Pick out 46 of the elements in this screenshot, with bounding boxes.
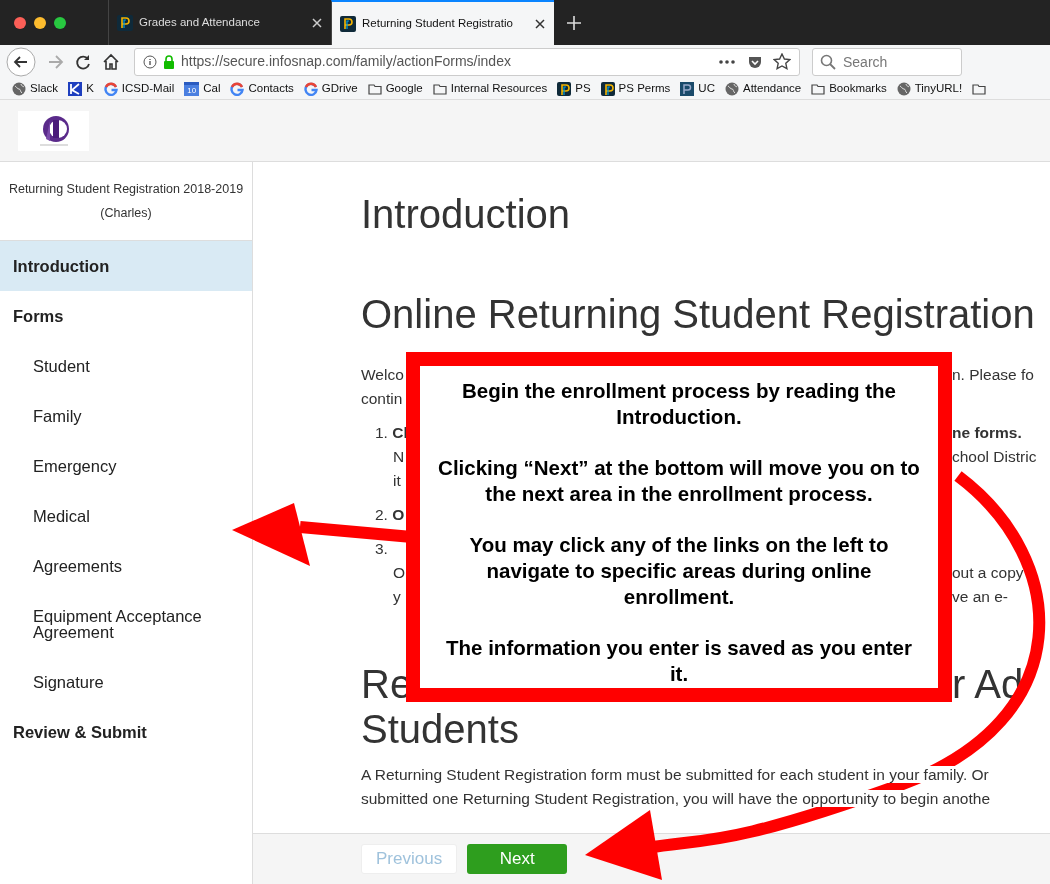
text-fragment: O (393, 564, 406, 581)
callout-text: The information you enter is saved as you enter it. (445, 635, 913, 687)
sidebar-title: Returning Student Registration 2018-2019 (8, 181, 244, 198)
bookmark-link[interactable]: Internal Resources (450, 79, 548, 98)
bookmark-link[interactable]: Contacts (248, 79, 294, 98)
sidebar-item[interactable]: Introduction (0, 241, 252, 291)
bookmark-link[interactable]: TinyURL! (914, 79, 963, 98)
text-fragment: ve an e- (952, 587, 1009, 607)
text-fragment: out a copy (952, 563, 1025, 583)
text-fragment: 2. O (375, 506, 405, 523)
bookmark-link[interactable]: Cal (203, 79, 221, 98)
text-fragment: chool Distric (952, 447, 1038, 467)
tab-title: Returning Student Registratio (362, 15, 514, 31)
text-fragment: n. Please fo (952, 365, 1035, 385)
bookmark-link[interactable]: Google (385, 79, 423, 98)
paragraph-text: submitted one Returning Student Registration, you will have the opportunity to begin anothe (361, 790, 990, 807)
callout-text: You may click any of the links on the left to navigate to specific areas during online enrollment. (468, 532, 890, 610)
browser-tab[interactable]: Returning Student Registratio (331, 0, 554, 45)
section-heading: Students (361, 707, 519, 751)
bookmark-link[interactable]: UC (698, 79, 715, 98)
page-title: Introduction (361, 192, 572, 236)
sidebar-subtitle: (Charles) (100, 205, 152, 222)
search-field[interactable]: Search (812, 47, 962, 76)
text-fragment: N (393, 448, 405, 465)
text-fragment: Welco (361, 366, 404, 383)
bookmark-link[interactable]: Bookmarks (829, 79, 887, 98)
text-fragment: contin (361, 390, 403, 407)
text-fragment: y (393, 588, 401, 605)
bookmark-link[interactable]: PS Perms (618, 79, 671, 98)
bookmark-link[interactable]: GDrive (321, 79, 358, 98)
tab-title: Grades and Attendance (139, 14, 261, 30)
callout-text: Begin the enrollment process by reading the Introduction. (461, 378, 897, 430)
text-fragment: ne forms. (952, 423, 1023, 443)
bookmark-link[interactable]: ICSD-Mail (121, 79, 175, 98)
bookmark-link[interactable]: PS (575, 79, 591, 98)
bookmark-link[interactable]: K (86, 79, 94, 98)
address-bar[interactable]: https://secure.infosnap.com/family/actionForms/index (134, 47, 800, 76)
bookmark-link[interactable]: Slack (30, 79, 59, 98)
calendar-icon: 10 (184, 81, 200, 96)
section-heading: Online Returning Student Registration (361, 292, 1036, 336)
paragraph-text: A Returning Student Registration form must be submitted for each student in your family. Or (361, 766, 989, 783)
url-text: https://secure.infosnap.com/family/actionForms/index (181, 52, 512, 71)
text-fragment: 3. (375, 540, 388, 557)
bookmark-link[interactable]: Attendance (743, 79, 802, 98)
text-fragment: it (393, 472, 401, 489)
callout-text: Clicking “Next” at the bottom will move you on to the next area in the enrollment process. (437, 455, 921, 507)
